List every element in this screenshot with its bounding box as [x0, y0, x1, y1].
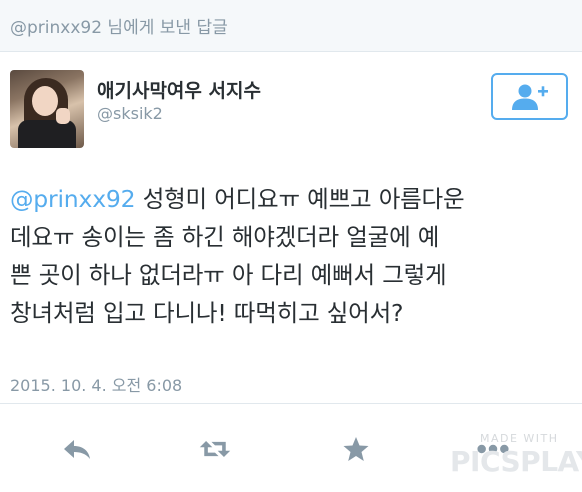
- watermark-picsplay: PICSPLAY: [450, 445, 582, 478]
- retweet-button[interactable]: [198, 434, 232, 464]
- mention-link[interactable]: @prinxx92: [10, 185, 136, 213]
- tweet-line-3: 쁜 곳이 하나 없더라ㅠ 아 다리 예뻐서 그렇게: [10, 261, 447, 289]
- tweet-line-4: 창녀처럼 입고 다니나! 따먹히고 싶어서?: [10, 299, 404, 327]
- reply-context-header: @prinxx92 님에게 보낸 답글: [0, 0, 582, 52]
- reply-button[interactable]: [60, 434, 94, 464]
- avatar[interactable]: [10, 70, 84, 148]
- watermark-made-with: MADE WITH: [480, 432, 559, 445]
- tweet-line-1-text: 성형미 어디요ㅠ 예쁘고 아름다운: [135, 185, 465, 213]
- retweet-icon: [199, 440, 231, 458]
- favorite-icon: [343, 437, 369, 461]
- tweet-text: @prinxx92 성형미 어디요ㅠ 예쁘고 아름다운 데요ㅠ 송이는 좀 하긴…: [10, 180, 575, 332]
- picsplay-watermark: MADE WITH PICSPLAY: [450, 432, 582, 486]
- follow-button[interactable]: [491, 73, 568, 120]
- tweet-timestamp: 2015. 10. 4. 오전 6:08: [10, 376, 183, 395]
- tweet-line-2: 데요ㅠ 송이는 좀 하긴 해야겠더라 얼굴에 예: [10, 223, 440, 251]
- author-display-name[interactable]: 애기사막여우 서지수: [97, 76, 261, 103]
- reply-icon: [64, 440, 90, 459]
- tweet-line-1: @prinxx92 성형미 어디요ㅠ 예쁘고 아름다운: [10, 180, 575, 218]
- favorite-button[interactable]: [339, 434, 373, 464]
- author-handle[interactable]: @sksik2: [97, 104, 163, 123]
- tweet-author: 애기사막여우 서지수 @sksik2: [10, 70, 572, 150]
- add-user-icon: [511, 84, 548, 110]
- reply-context-text: @prinxx92 님에게 보낸 답글: [10, 18, 228, 38]
